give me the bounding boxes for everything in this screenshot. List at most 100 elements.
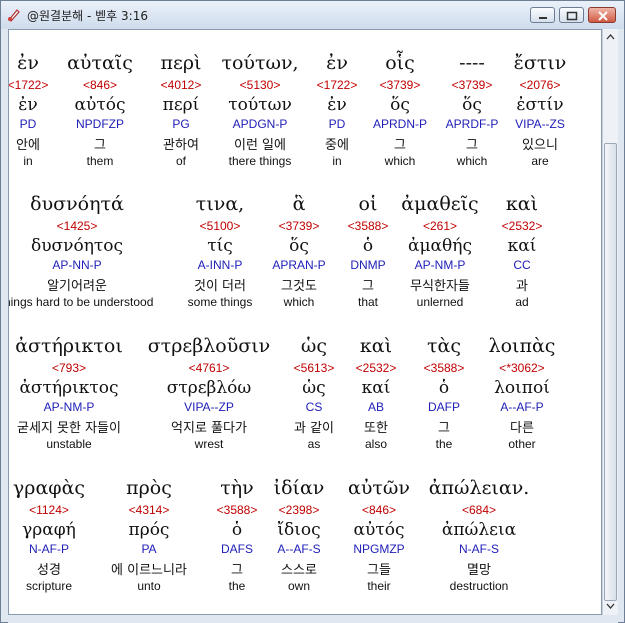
korean-text: 성경 bbox=[37, 563, 61, 578]
title-bar[interactable]: @원결분해 - 벧후 3:16 bbox=[1, 1, 624, 29]
strong-number: <2532> bbox=[501, 219, 543, 233]
lemma-text: ἀμαθής bbox=[408, 236, 472, 256]
english-text: unstable bbox=[46, 437, 92, 451]
korean-text: 스스로 bbox=[281, 563, 317, 578]
parsing-code: A--AF-S bbox=[277, 542, 321, 556]
lemma-text: αὐτός bbox=[74, 95, 126, 115]
strong-number: <3588> bbox=[347, 219, 389, 233]
lemma-text: ὁ bbox=[231, 520, 243, 540]
parsing-code: PG bbox=[172, 117, 190, 131]
korean-text: 그것도 bbox=[281, 279, 317, 294]
english-text: scripture bbox=[25, 579, 73, 593]
english-text: some things bbox=[187, 295, 253, 309]
greek-text: τὴν bbox=[220, 477, 254, 499]
strong-number: <*3062> bbox=[499, 361, 545, 375]
greek-text: τινα, bbox=[195, 193, 245, 215]
close-button[interactable] bbox=[588, 7, 616, 23]
parsing-code: PD bbox=[328, 117, 346, 131]
english-text: there things bbox=[228, 154, 292, 168]
greek-text: καὶ bbox=[505, 193, 539, 215]
strong-number: <1722> bbox=[316, 78, 358, 92]
korean-text: 그 bbox=[362, 279, 374, 294]
korean-text: 또한 bbox=[364, 421, 388, 436]
english-text: them bbox=[86, 154, 114, 168]
english-text: unlerned bbox=[416, 295, 464, 309]
greek-text: ἀμαθεῖς bbox=[401, 193, 479, 215]
lemma-text: ὅς bbox=[390, 95, 410, 115]
greek-text: ὡς bbox=[300, 335, 328, 357]
korean-text: 그 bbox=[231, 563, 243, 578]
parsing-code: PA bbox=[141, 542, 157, 556]
strong-number: <1425> bbox=[56, 219, 98, 233]
lemma-text: καί bbox=[507, 236, 537, 256]
app-icon bbox=[8, 9, 20, 22]
strong-number: <3588> bbox=[423, 361, 465, 375]
english-text: in bbox=[23, 154, 33, 168]
korean-text: 그 bbox=[394, 138, 406, 153]
korean-text: 무식한자들 bbox=[410, 279, 470, 294]
strong-number: <2532> bbox=[355, 361, 397, 375]
header-strip bbox=[9, 30, 65, 47]
english-text: that bbox=[357, 295, 379, 309]
korean-text: 과 같이 bbox=[293, 421, 335, 436]
korean-text: 멸망 bbox=[467, 563, 491, 578]
greek-text: ---- bbox=[459, 52, 485, 74]
parsing-code: APRDN-P bbox=[372, 117, 428, 131]
vertical-scrollbar[interactable] bbox=[602, 29, 618, 615]
korean-text: 다른 bbox=[510, 421, 534, 436]
greek-text: ἔστιν bbox=[513, 52, 567, 74]
korean-text: 중에 bbox=[325, 138, 349, 153]
parsing-code: APRDF-P bbox=[445, 117, 499, 131]
lemma-text: ὁ bbox=[362, 236, 374, 256]
lemma-text: πρός bbox=[128, 520, 170, 540]
strong-number: <1124> bbox=[29, 503, 69, 517]
english-text: in bbox=[332, 154, 342, 168]
english-text: which bbox=[283, 295, 315, 309]
lemma-text: ὅς bbox=[462, 95, 482, 115]
parsing-code: A-INN-P bbox=[197, 258, 243, 272]
window-title: @원결분해 - 벧후 3:16 bbox=[27, 9, 148, 23]
strong-number: <846> bbox=[361, 503, 397, 517]
strong-number: <2076> bbox=[519, 78, 561, 92]
minimize-button[interactable] bbox=[530, 7, 555, 23]
greek-text: ἃ bbox=[292, 193, 306, 215]
lemma-text: ὅς bbox=[289, 236, 309, 256]
greek-text: στρεβλοῦσιν bbox=[147, 335, 271, 357]
scroll-down-icon[interactable] bbox=[603, 598, 618, 613]
strong-number: <4761> bbox=[188, 361, 230, 375]
parsing-code: PD bbox=[19, 117, 37, 131]
greek-text: καὶ bbox=[359, 335, 393, 357]
strong-number: <3739> bbox=[278, 219, 320, 233]
korean-text: 것이 더러 bbox=[194, 279, 246, 294]
scroll-up-icon[interactable] bbox=[603, 30, 618, 45]
greek-text: οἱ bbox=[358, 193, 378, 215]
english-text: unto bbox=[137, 579, 161, 593]
korean-text: 그 bbox=[438, 421, 450, 436]
greek-text: αὐτῶν bbox=[348, 477, 410, 499]
greek-text: ἰδίαν bbox=[273, 477, 325, 499]
parsing-code: N-AF-S bbox=[459, 542, 499, 556]
english-text: things hard to be understood bbox=[8, 295, 154, 309]
parsing-code: AP-NM-P bbox=[43, 400, 95, 414]
english-text: the bbox=[228, 579, 246, 593]
parsing-code: DAFS bbox=[220, 542, 254, 556]
greek-text: ἐν bbox=[17, 52, 39, 74]
scroll-thumb[interactable] bbox=[604, 143, 617, 601]
lemma-text: ἐν bbox=[18, 95, 38, 115]
korean-text: 있으니 bbox=[522, 138, 558, 153]
strong-number: <4012> bbox=[160, 78, 202, 92]
lemma-text: δυσνόητος bbox=[30, 236, 124, 256]
parsing-code: NPGMZP bbox=[353, 542, 405, 556]
lemma-text: τίς bbox=[207, 236, 233, 256]
korean-text: 그 bbox=[466, 138, 478, 153]
parsing-code: AB bbox=[367, 400, 385, 414]
lemma-text: ἴδιος bbox=[277, 520, 321, 540]
greek-text: τούτων, bbox=[221, 52, 299, 74]
english-text: are bbox=[531, 154, 549, 168]
korean-text: 억지로 풀다가 bbox=[171, 421, 247, 436]
english-text: also bbox=[364, 437, 388, 451]
greek-text: ἀστήρικτοι bbox=[15, 335, 123, 357]
lemma-text: αὐτός bbox=[353, 520, 405, 540]
maximize-button[interactable] bbox=[559, 7, 584, 23]
parsing-code: DAFP bbox=[427, 400, 461, 414]
